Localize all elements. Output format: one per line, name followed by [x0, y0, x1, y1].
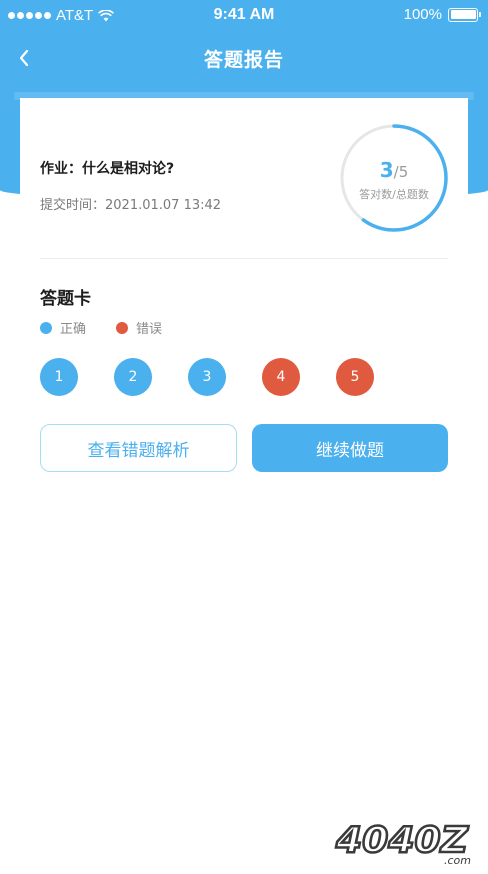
legend: 正确 错误: [40, 318, 192, 337]
correct-dot-icon: [40, 321, 52, 334]
status-bar: AT&T 9:41 AM 100%: [0, 0, 488, 32]
site-watermark-logo: 4040Z .com: [334, 819, 471, 867]
question-bubble-3[interactable]: 3: [188, 358, 226, 396]
battery-percent: 100%: [403, 6, 442, 23]
report-card: 作业：什么是相对论? 提交时间：2021.01.07 13:42 3/5 答对数…: [20, 98, 468, 258]
legend-correct-label: 正确: [60, 322, 87, 337]
score-value: 3/5: [338, 158, 450, 182]
question-bubble-5[interactable]: 5: [336, 358, 374, 396]
divider: [40, 258, 448, 259]
score-label: 答对数/总题数: [359, 188, 429, 201]
question-bubble-2[interactable]: 2: [114, 358, 152, 396]
wrong-dot-icon: [116, 321, 129, 334]
svg-text:.com: .com: [444, 854, 471, 867]
continue-button[interactable]: 继续做题: [252, 424, 448, 472]
battery-icon: [448, 7, 481, 22]
question-bubble-4[interactable]: 4: [262, 358, 300, 396]
review-wrong-answers-button[interactable]: 查看错题解析: [40, 424, 237, 472]
legend-wrong-label: 错误: [136, 322, 163, 337]
page-title: 答题报告: [203, 49, 284, 71]
nav-bar: 答题报告: [0, 36, 488, 80]
correct-count: 3: [379, 158, 394, 182]
submit-time: 提交时间：2021.01.07 13:42: [40, 198, 222, 213]
answer-card-title: 答题卡: [40, 289, 91, 309]
question-list: 1 2 3 4 5: [40, 358, 410, 396]
legend-correct: 正确: [40, 318, 86, 337]
question-bubble-1[interactable]: 1: [40, 358, 78, 396]
homework-title: 作业：什么是相对论?: [40, 161, 175, 177]
legend-wrong: 错误: [116, 318, 162, 337]
total-count: /5: [393, 163, 409, 181]
battery-status: 100%: [403, 6, 481, 23]
